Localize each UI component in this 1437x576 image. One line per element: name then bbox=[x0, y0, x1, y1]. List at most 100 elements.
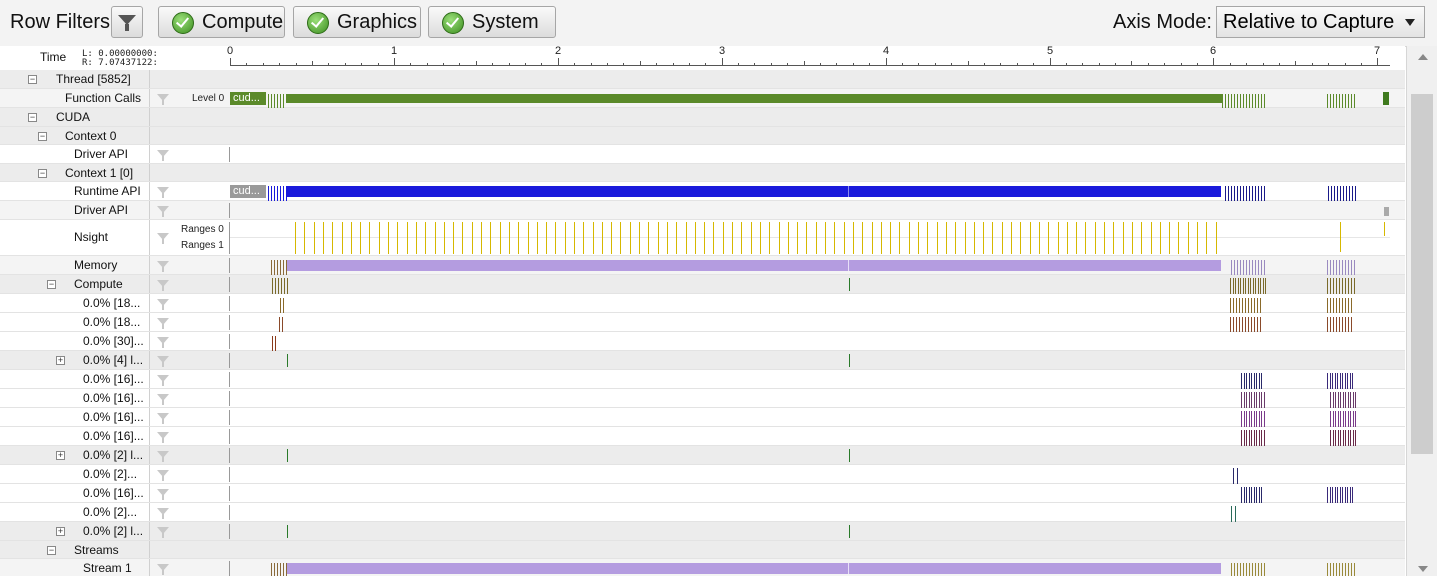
filter-icon[interactable] bbox=[157, 187, 169, 198]
activity-mark bbox=[1331, 186, 1332, 201]
minor-tick bbox=[410, 63, 411, 66]
filter-icon[interactable] bbox=[157, 394, 169, 405]
activity-mark bbox=[1260, 298, 1261, 313]
minor-tick bbox=[296, 63, 297, 66]
row-kernel-group[interactable]: + 0.0% [4] l... bbox=[0, 351, 1405, 370]
row-kernel[interactable]: 0.0% [16]... bbox=[0, 370, 1405, 389]
row-kernel-group[interactable]: + 0.0% [2] l... bbox=[0, 446, 1405, 465]
row-kernel[interactable]: 0.0% [16]... bbox=[0, 484, 1405, 503]
filter-icon[interactable] bbox=[157, 489, 169, 500]
row-context-0[interactable]: − Context 0 bbox=[0, 127, 1405, 145]
collapse-icon[interactable]: − bbox=[28, 75, 37, 84]
collapse-icon[interactable]: − bbox=[47, 280, 56, 289]
row-thread[interactable]: − Thread [5852] bbox=[0, 70, 1405, 89]
graphics-toggle-button[interactable]: Graphics bbox=[293, 6, 421, 38]
row-kernel[interactable]: 0.0% [16]... bbox=[0, 427, 1405, 446]
filter-icon[interactable] bbox=[157, 527, 169, 538]
row-context-1[interactable]: − Context 1 [0] bbox=[0, 164, 1405, 182]
major-tick bbox=[886, 58, 887, 66]
collapse-icon[interactable]: − bbox=[38, 132, 47, 141]
activity-mark bbox=[1237, 260, 1238, 275]
filter-icon[interactable] bbox=[157, 356, 169, 367]
row-driver-api-2[interactable]: Driver API bbox=[0, 201, 1405, 220]
row-kernel[interactable]: 0.0% [16]... bbox=[0, 408, 1405, 427]
row-kernel[interactable]: 0.0% [2]... bbox=[0, 503, 1405, 522]
filter-icon[interactable] bbox=[157, 451, 169, 462]
runtime-api-bar[interactable]: cud... bbox=[230, 185, 266, 198]
row-function-calls[interactable]: Function Calls Level 0 cud... bbox=[0, 89, 1405, 108]
filter-icon[interactable] bbox=[157, 206, 169, 217]
row-kernel[interactable]: 0.0% [2]... bbox=[0, 465, 1405, 484]
row-compute[interactable]: − Compute bbox=[0, 275, 1405, 294]
collapse-icon[interactable]: − bbox=[47, 546, 56, 555]
activity-mark bbox=[1333, 298, 1334, 313]
activity-mark bbox=[1132, 222, 1133, 254]
filter-icon[interactable] bbox=[157, 337, 169, 348]
activity-mark bbox=[1339, 563, 1340, 576]
filter-icon[interactable] bbox=[157, 233, 169, 244]
activity-mark bbox=[1264, 411, 1265, 427]
filter-icon[interactable] bbox=[157, 299, 169, 310]
row-memory[interactable]: Memory bbox=[0, 256, 1405, 275]
minor-tick bbox=[312, 61, 313, 66]
scroll-down-icon[interactable] bbox=[1418, 566, 1428, 572]
filter-icon[interactable] bbox=[157, 261, 169, 272]
filter-icon[interactable] bbox=[157, 150, 169, 161]
row-kernel[interactable]: 0.0% [30]... bbox=[0, 332, 1405, 351]
stream-bar[interactable] bbox=[287, 563, 1221, 574]
memory-bar[interactable] bbox=[287, 260, 1221, 271]
minor-tick bbox=[918, 63, 919, 66]
row-kernel[interactable]: 0.0% [16]... bbox=[0, 389, 1405, 408]
activity-mark bbox=[555, 222, 556, 254]
activity-mark bbox=[1243, 260, 1244, 275]
compute-toggle-button[interactable]: Compute bbox=[158, 6, 285, 38]
filter-icon[interactable] bbox=[157, 508, 169, 519]
filter-icon[interactable] bbox=[157, 318, 169, 329]
collapse-icon[interactable]: − bbox=[28, 113, 37, 122]
row-streams[interactable]: − Streams bbox=[0, 541, 1405, 559]
minor-tick bbox=[1230, 63, 1231, 66]
row-runtime-api[interactable]: Runtime API cud... bbox=[0, 182, 1405, 201]
row-filter-button[interactable] bbox=[111, 6, 143, 38]
function-call-bar[interactable] bbox=[286, 94, 1222, 103]
origin-line bbox=[229, 315, 230, 330]
filter-icon[interactable] bbox=[157, 432, 169, 443]
expand-icon[interactable]: + bbox=[56, 527, 65, 536]
activity-mark bbox=[537, 222, 538, 254]
function-call-bar[interactable] bbox=[1383, 92, 1389, 105]
function-call-bar[interactable]: cud... bbox=[230, 92, 266, 105]
row-kernel[interactable]: 0.0% [18... bbox=[0, 313, 1405, 332]
scroll-up-icon[interactable] bbox=[1418, 54, 1428, 60]
scrollbar-thumb[interactable] bbox=[1411, 94, 1433, 454]
filter-icon[interactable] bbox=[157, 470, 169, 481]
row-stream-1[interactable]: Stream 1 bbox=[0, 559, 1405, 576]
activity-mark bbox=[1253, 278, 1254, 294]
vertical-scrollbar[interactable] bbox=[1406, 46, 1437, 576]
axis-mode-select[interactable]: Relative to Capture bbox=[1216, 6, 1425, 38]
row-kernel[interactable]: 0.0% [18... bbox=[0, 294, 1405, 313]
filter-icon[interactable] bbox=[157, 280, 169, 291]
filter-icon[interactable] bbox=[157, 564, 169, 575]
system-toggle-button[interactable]: System bbox=[428, 6, 556, 38]
row-nsight[interactable]: Nsight Ranges 0 Ranges 1 bbox=[0, 220, 1405, 256]
row-kernel-group[interactable]: + 0.0% [2] l... bbox=[0, 522, 1405, 541]
row-driver-api[interactable]: Driver API bbox=[0, 145, 1405, 164]
row-filters-label: Row Filters bbox=[10, 11, 111, 33]
time-ruler[interactable]: Time L: 0.00000000: R: 7.07437122: 01234… bbox=[0, 45, 1405, 70]
filter-icon[interactable] bbox=[157, 375, 169, 386]
activity-mark bbox=[1251, 392, 1252, 408]
activity-mark bbox=[1235, 278, 1236, 294]
expand-icon[interactable]: + bbox=[56, 451, 65, 460]
filter-icon[interactable] bbox=[157, 94, 169, 105]
collapse-icon[interactable]: − bbox=[38, 169, 47, 178]
expand-icon[interactable]: + bbox=[56, 356, 65, 365]
activity-mark bbox=[937, 222, 938, 254]
driver-api-bar[interactable] bbox=[1384, 207, 1389, 216]
minor-tick bbox=[1164, 63, 1165, 66]
filter-icon[interactable] bbox=[157, 413, 169, 424]
row-cuda[interactable]: − CUDA bbox=[0, 108, 1405, 127]
activity-mark bbox=[1246, 411, 1247, 427]
runtime-api-bar[interactable] bbox=[287, 186, 1221, 197]
activity-mark bbox=[274, 563, 275, 576]
activity-mark bbox=[1256, 411, 1257, 427]
